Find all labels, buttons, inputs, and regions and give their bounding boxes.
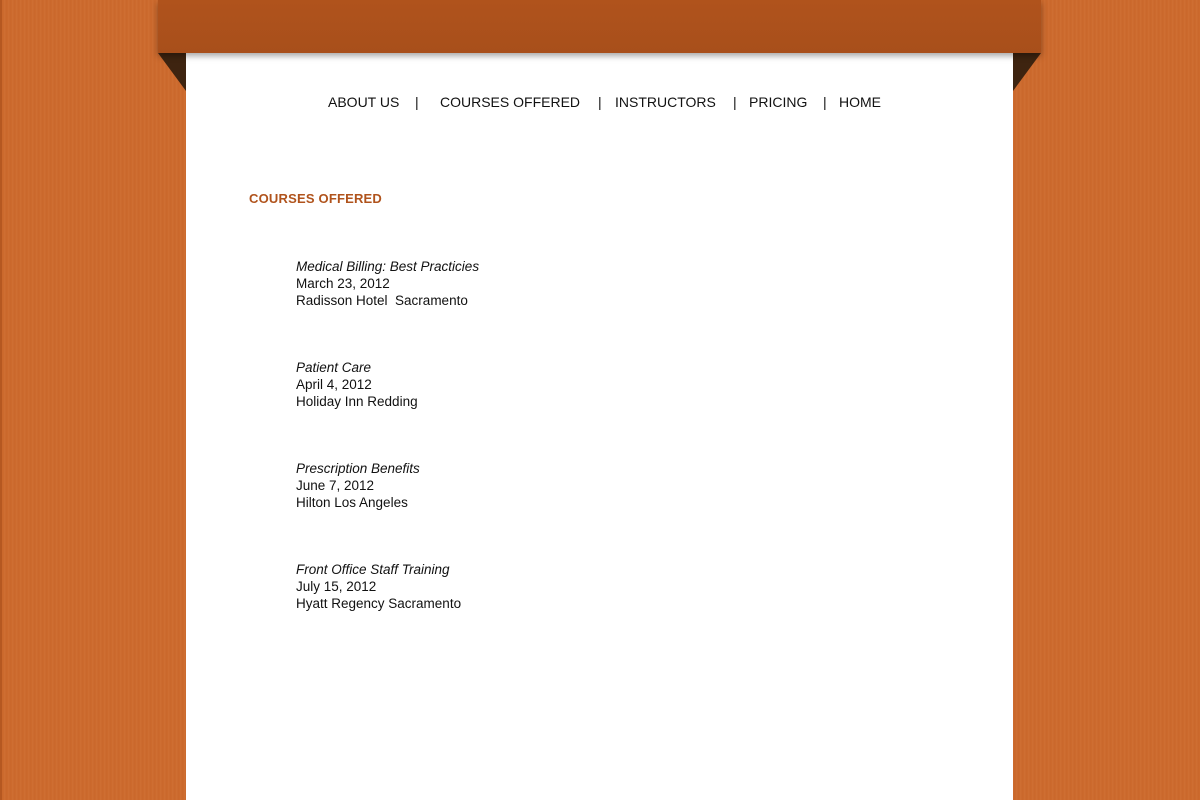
nav-courses-offered[interactable]: COURSES OFFERED	[440, 94, 580, 110]
course-title: Prescription Benefits	[296, 461, 420, 476]
header-banner	[158, 0, 1041, 53]
course-item: Front Office Staff Training July 15, 201…	[296, 561, 461, 612]
content-panel: ABOUT US | COURSES OFFERED | INSTRUCTORS…	[186, 53, 1013, 800]
course-venue: Holiday Inn Redding	[296, 394, 418, 409]
course-item: Patient Care April 4, 2012 Holiday Inn R…	[296, 359, 418, 410]
nav-home[interactable]: HOME	[839, 94, 881, 110]
nav-separator: |	[733, 94, 737, 110]
course-item: Medical Billing: Best Practicies March 2…	[296, 258, 479, 309]
nav-separator: |	[415, 94, 419, 110]
nav-instructors[interactable]: INSTRUCTORS	[615, 94, 716, 110]
page-left-edge	[0, 0, 2, 800]
course-item: Prescription Benefits June 7, 2012 Hilto…	[296, 460, 420, 511]
banner-fold-right	[1013, 53, 1041, 91]
nav-separator: |	[598, 94, 602, 110]
course-date: July 15, 2012	[296, 579, 377, 594]
course-title: Patient Care	[296, 360, 372, 375]
course-venue: Radisson Hotel Sacramento	[296, 293, 468, 308]
nav-about-us[interactable]: ABOUT US	[328, 94, 399, 110]
page-title: COURSES OFFERED	[249, 191, 383, 206]
course-title: Front Office Staff Training	[296, 562, 450, 577]
banner-fold-left	[158, 53, 186, 91]
nav-separator: |	[823, 94, 827, 110]
nav-pricing[interactable]: PRICING	[749, 94, 807, 110]
course-date: March 23, 2012	[296, 276, 390, 291]
course-venue: Hyatt Regency Sacramento	[296, 596, 462, 611]
main-nav: ABOUT US | COURSES OFFERED | INSTRUCTORS…	[186, 94, 1013, 112]
course-date: June 7, 2012	[296, 478, 375, 493]
course-venue: Hilton Los Angeles	[296, 495, 408, 510]
course-title: Medical Billing: Best Practicies	[296, 259, 480, 274]
course-date: April 4, 2012	[296, 377, 372, 392]
